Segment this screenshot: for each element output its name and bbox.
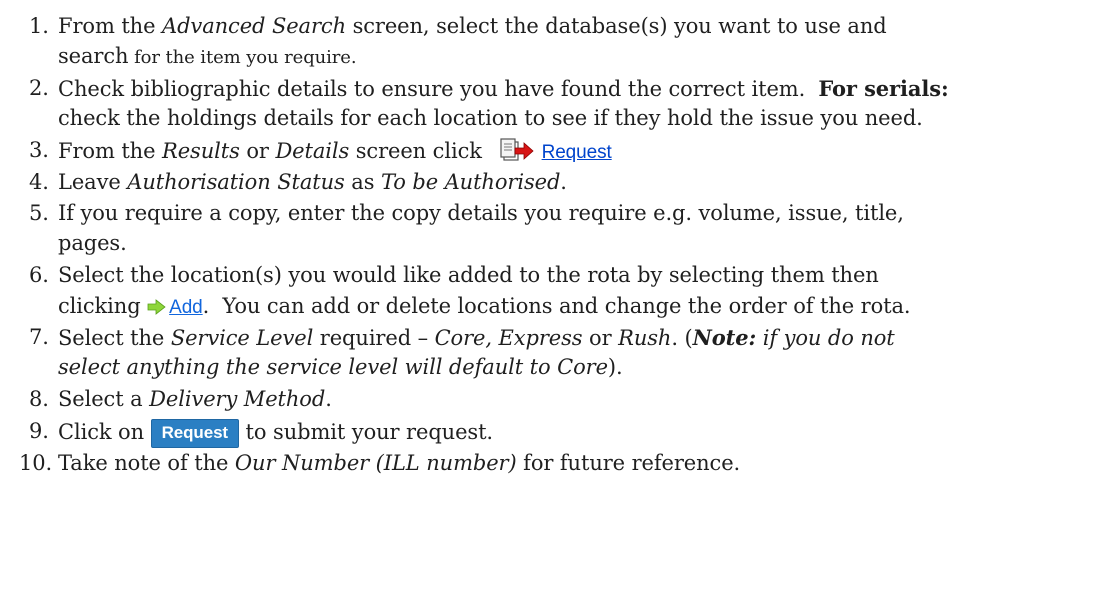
emphasis-text: Delivery Method bbox=[149, 387, 326, 411]
text: . bbox=[325, 387, 332, 411]
step-number: 9. bbox=[29, 419, 49, 443]
step-number: 4. bbox=[29, 170, 49, 194]
emphasis-text: Service Level bbox=[170, 326, 314, 350]
step-number: 3. bbox=[29, 138, 49, 162]
text: Select the location(s) you would like ad… bbox=[58, 263, 879, 287]
text: or bbox=[239, 139, 276, 163]
text: Select a bbox=[58, 387, 150, 411]
text: for the item you require. bbox=[128, 47, 357, 68]
step-text: Select the Service Level required – Core… bbox=[58, 325, 895, 350]
step-text: From the Advanced Search screen, select … bbox=[58, 14, 887, 38]
step-number: 7. bbox=[29, 325, 49, 349]
emphasis-text: Core, Express bbox=[434, 326, 583, 350]
text: for future reference. bbox=[516, 451, 741, 475]
text: If you require a copy, enter the copy de… bbox=[58, 201, 904, 225]
text: Select the bbox=[58, 326, 171, 350]
request-button[interactable]: Request bbox=[150, 419, 239, 448]
emphasis-text: Rush bbox=[618, 326, 672, 350]
emphasis-text: if you do not bbox=[756, 326, 895, 350]
text: search bbox=[58, 44, 129, 68]
text: Click on bbox=[58, 420, 151, 444]
text: to submit your request. bbox=[238, 420, 494, 444]
text: From the bbox=[58, 14, 163, 38]
step-text: Check bibliographic details to ensure yo… bbox=[58, 76, 949, 101]
text: clicking bbox=[58, 294, 148, 318]
text: . ( bbox=[671, 326, 693, 350]
step-number: 1. bbox=[29, 14, 49, 38]
text: . bbox=[560, 170, 567, 194]
text: Check bibliographic details to ensure yo… bbox=[58, 77, 819, 101]
text: required – bbox=[313, 326, 435, 350]
step-number: 8. bbox=[29, 387, 49, 411]
text: as bbox=[344, 170, 381, 194]
step-text: Select a Delivery Method. bbox=[58, 387, 332, 411]
step-text-continued: check the holdings details for each loca… bbox=[58, 106, 923, 130]
step-text: Leave Authorisation Status as To be Auth… bbox=[58, 170, 567, 194]
emphasis-text: Details bbox=[275, 139, 350, 163]
note-label: Note: bbox=[692, 325, 757, 350]
text: or bbox=[582, 326, 619, 350]
emphasis-text: Results bbox=[162, 139, 240, 163]
step-text: Click on Request to submit your request. bbox=[58, 419, 493, 448]
text: From the bbox=[58, 139, 163, 163]
request-link[interactable]: Request bbox=[542, 142, 612, 163]
step-text-continued: pages. bbox=[58, 231, 127, 255]
step-text-continued: search for the item you require. bbox=[58, 44, 357, 68]
bold-text: For serials: bbox=[818, 76, 949, 101]
step-text-continued: clicking Add. You can add or delete loca… bbox=[58, 294, 911, 320]
text: Take note of the bbox=[58, 451, 235, 475]
step-number: 2. bbox=[29, 76, 49, 100]
step-number: 10. bbox=[19, 451, 53, 475]
text: screen click bbox=[349, 139, 489, 163]
add-link[interactable]: Add bbox=[169, 297, 203, 318]
text: Leave bbox=[58, 170, 128, 194]
emphasis-text: Our Number (ILL number) bbox=[234, 451, 517, 475]
step-text: Take note of the Our Number (ILL number)… bbox=[58, 451, 740, 475]
text: . You can add or delete locations and ch… bbox=[202, 294, 911, 318]
emphasis-text: Authorisation Status bbox=[127, 170, 345, 194]
text: screen, select the database(s) you want … bbox=[346, 14, 887, 38]
text: ). bbox=[607, 355, 623, 379]
text: pages. bbox=[58, 231, 127, 255]
instruction-list: 1. From the Advanced Search screen, sele… bbox=[0, 0, 1118, 590]
request-document-icon[interactable] bbox=[499, 138, 535, 169]
step-text: If you require a copy, enter the copy de… bbox=[58, 201, 904, 225]
emphasis-text: To be Authorised bbox=[380, 170, 561, 194]
step-number: 5. bbox=[29, 201, 49, 225]
emphasis-text: Advanced Search bbox=[162, 14, 346, 38]
green-arrow-icon[interactable] bbox=[147, 296, 167, 320]
step-text: From the Results or Details screen click… bbox=[58, 138, 612, 169]
step-number: 6. bbox=[29, 263, 49, 287]
text: check the holdings details for each loca… bbox=[58, 106, 923, 130]
step-text-continued: select anything the service level will d… bbox=[58, 355, 623, 379]
emphasis-text: select anything the service level will d… bbox=[58, 355, 608, 379]
step-text: Select the location(s) you would like ad… bbox=[58, 263, 879, 287]
